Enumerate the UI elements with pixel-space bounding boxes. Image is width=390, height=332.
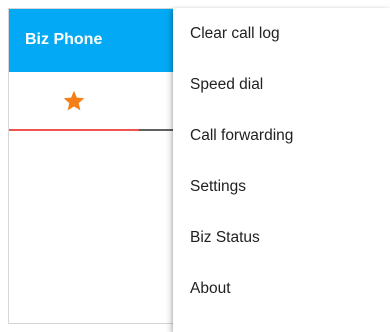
menu-item-label: About [190,279,231,297]
menu-item-label: Clear call log [190,24,280,42]
menu-item-clear-call-log[interactable]: Clear call log [173,8,390,59]
app-title: Biz Phone [25,31,103,48]
tab-favorites[interactable] [9,72,139,130]
star-icon [63,90,85,111]
menu-item-label: Settings [190,177,247,195]
menu-item-label: Biz Status [190,228,260,246]
menu-item-speed-dial[interactable]: Speed dial [173,59,390,110]
menu-item-about[interactable]: About [173,263,390,314]
overflow-menu: Clear call log Speed dial Call forwardin… [173,8,390,332]
menu-item-settings[interactable]: Settings [173,161,390,212]
menu-item-biz-status[interactable]: Biz Status [173,212,390,263]
menu-item-call-forwarding[interactable]: Call forwarding [173,110,390,161]
menu-item-label: Speed dial [190,75,264,93]
menu-item-label: Call forwarding [190,126,294,144]
tab-indicator-active [9,129,139,131]
